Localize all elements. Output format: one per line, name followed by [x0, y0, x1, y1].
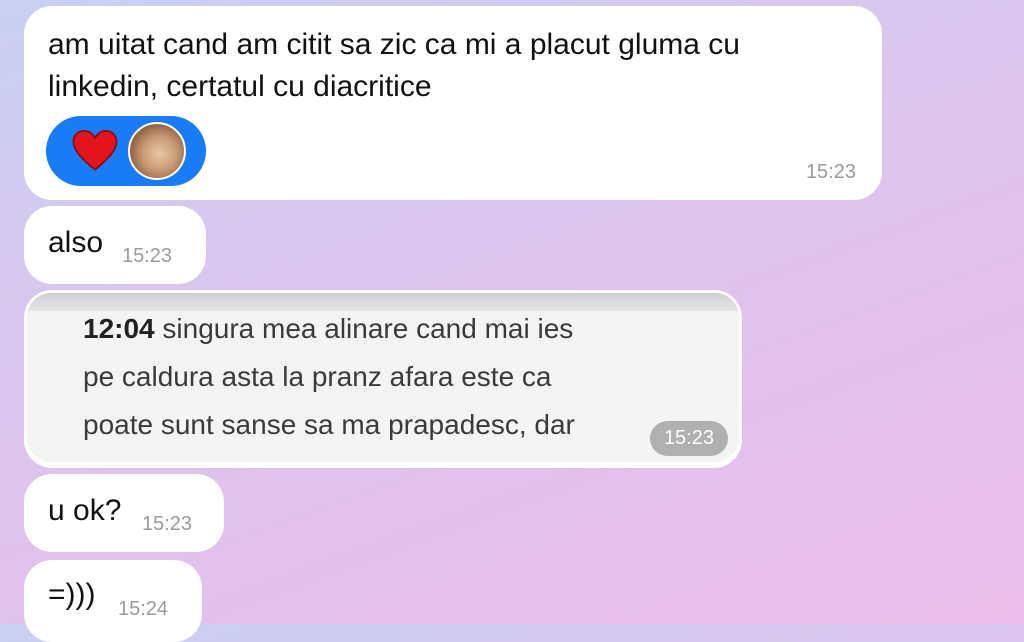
- screenshot-line: poate sunt sanse sa ma prapadesc, dar: [83, 409, 575, 440]
- message-text: also: [48, 226, 104, 259]
- message-timestamp: 15:23: [142, 513, 193, 535]
- heart-icon: [72, 130, 118, 171]
- quoted-time: 12:04: [83, 313, 155, 344]
- message-text: am uitat cand am citit sa zic ca mi a pl…: [48, 24, 740, 108]
- message-timestamp: 15:23: [649, 421, 728, 456]
- message-bubble[interactable]: =))) 15:24: [24, 560, 202, 642]
- message-line: am uitat cand am citit sa zic ca mi a pl…: [48, 28, 740, 61]
- message-bubble[interactable]: also 15:23: [24, 206, 206, 284]
- message-bubble[interactable]: u ok? 15:23: [24, 474, 224, 552]
- message-timestamp: 15:23: [805, 161, 856, 183]
- message-text: =))): [48, 578, 96, 611]
- message-line: linkedin, certatul cu diacritice: [48, 70, 432, 103]
- screenshot-top-edge: [27, 293, 739, 311]
- message-timestamp: 15:23: [122, 245, 173, 267]
- message-timestamp: 15:24: [118, 598, 169, 620]
- image-message-bubble[interactable]: 12:04 singura mea alinare cand mai ies p…: [24, 290, 742, 468]
- message-bubble[interactable]: am uitat cand am citit sa zic ca mi a pl…: [24, 6, 882, 200]
- screenshot-line: pe caldura asta la pranz afara este ca: [83, 361, 552, 392]
- message-text: u ok?: [48, 494, 122, 527]
- avatar[interactable]: [128, 122, 186, 180]
- screenshot-line: 12:04 singura mea alinare cand mai ies: [83, 313, 574, 344]
- screenshot-image[interactable]: 12:04 singura mea alinare cand mai ies p…: [27, 293, 739, 462]
- reaction-pill[interactable]: [46, 116, 206, 186]
